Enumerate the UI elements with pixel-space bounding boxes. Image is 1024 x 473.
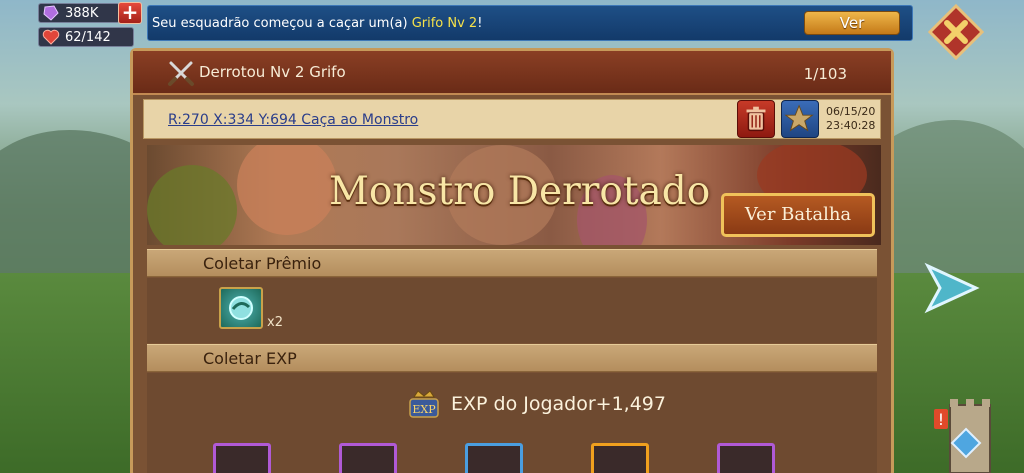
report-time: 23:40:28 [826, 119, 876, 132]
hero-portrait [339, 443, 397, 473]
svg-text:!: ! [938, 410, 944, 429]
report-header: Derrotou Nv 2 Grifo 1/103 [133, 51, 891, 95]
notification-text: Seu esquadrão começou a caçar um(a) Grif… [152, 15, 483, 31]
view-battle-button[interactable]: Ver Batalha [721, 193, 875, 237]
hero-portrait [591, 443, 649, 473]
favorite-button[interactable] [781, 100, 819, 138]
close-icon[interactable] [928, 4, 984, 60]
next-arrow-icon[interactable] [924, 262, 980, 314]
crossed-swords-icon [168, 61, 194, 86]
svg-text:EXP: EXP [412, 403, 436, 416]
report-info-bar: R:270 X:334 Y:694 Caça ao Monstro 06/15/… [143, 99, 881, 139]
hero-portrait [717, 443, 775, 473]
hero-portrait [465, 443, 523, 473]
teal-orb-item-icon [229, 296, 253, 320]
report-counter: 1/103 [803, 65, 847, 83]
stamina-value: 62/142 [65, 29, 111, 45]
gems-value: 388K [65, 5, 99, 21]
view-notification-button[interactable]: Ver [804, 11, 900, 35]
gems-counter[interactable]: 388K [38, 3, 120, 23]
tower-icon[interactable]: ! [928, 395, 998, 473]
hunt-notification: Seu esquadrão começou a caçar um(a) Grif… [147, 5, 913, 41]
exp-header-label: Coletar EXP [203, 349, 297, 368]
delete-button[interactable] [737, 100, 775, 138]
player-exp-gain: EXP do Jogador+1,497 [451, 393, 666, 415]
battle-banner: Monstro Derrotado Ver Batalha [147, 145, 881, 245]
rewards-header-label: Coletar Prêmio [203, 254, 322, 273]
exp-crown-icon: EXP [409, 390, 439, 418]
location-link[interactable]: R:270 X:334 Y:694 Caça ao Monstro [168, 112, 418, 128]
reward-item[interactable] [219, 287, 263, 329]
monster-name: Grifo Nv 2 [411, 15, 478, 31]
trash-icon [746, 106, 766, 132]
hero-portrait [213, 443, 271, 473]
heart-icon [42, 29, 60, 45]
stamina-counter[interactable]: 62/142 [38, 27, 134, 47]
report-timestamp: 06/15/20 23:40:28 [826, 105, 875, 133]
gem-icon [43, 5, 59, 21]
star-icon [784, 104, 814, 132]
exp-section-header: Coletar EXP [147, 344, 877, 372]
report-title: Derrotou Nv 2 Grifo [199, 63, 346, 81]
report-date: 06/15/20 [826, 105, 876, 118]
banner-figure [147, 165, 237, 245]
banner-figure [237, 145, 337, 235]
reward-quantity: x2 [267, 315, 283, 330]
battle-report-panel: Derrotou Nv 2 Grifo 1/103 R:270 X:334 Y:… [130, 48, 894, 473]
rewards-section-header: Coletar Prêmio [147, 249, 877, 277]
add-gems-button[interactable]: + [118, 2, 142, 24]
banner-title: Monstro Derrotado [329, 169, 711, 214]
